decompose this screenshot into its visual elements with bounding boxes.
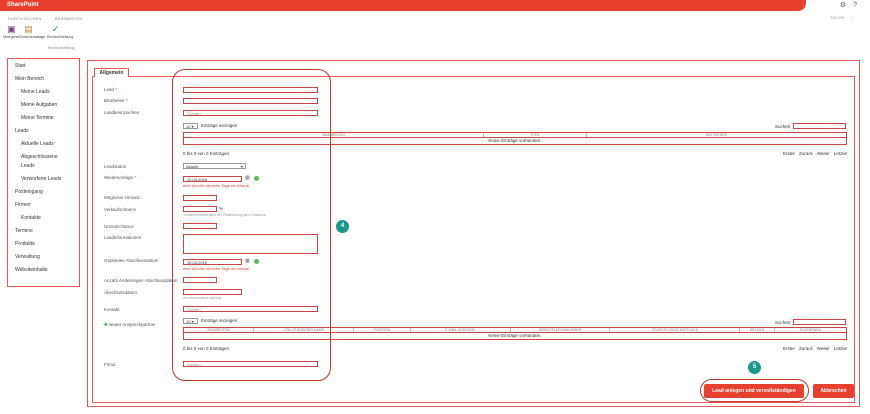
pager-last[interactable]: Letzter — [834, 151, 848, 156]
tab-durchsuchen[interactable]: DURCHSUCHEN — [8, 16, 42, 21]
grid-pager: Erster Zurück Weiter Letzter — [779, 151, 847, 156]
nav-abgeschlossene-leads[interactable]: Abgeschlossene — [21, 154, 58, 160]
nav-abgeschlossene-leads-line2[interactable]: Leads — [21, 163, 35, 169]
col2-mobil[interactable]: MOBILTELEFONNUMMER — [511, 328, 611, 332]
neuer-ansprechpartner-link[interactable]: ✚ Neuer Ansprechpartner — [104, 322, 156, 328]
tab-bearbeiten[interactable]: BEARBEITEN — [55, 16, 82, 21]
suite-bar: SharePoint — [0, 0, 806, 11]
col2-details[interactable]: DETAILS — [740, 328, 775, 332]
umsatzchance-label: Umsatzchance — [104, 224, 134, 229]
nav-kontakte[interactable]: Kontakte — [21, 215, 41, 221]
callout-badge-5: 5 — [748, 361, 761, 374]
umsatz-label: Möglicher Umsatz — [104, 195, 141, 200]
col-entfernen[interactable]: ENTFERNEN — [587, 133, 846, 137]
grid-search-input-2[interactable] — [793, 319, 846, 325]
bearbeiter-label: Bearbeiter * — [104, 98, 128, 103]
help-icon[interactable]: ? — [853, 2, 857, 9]
tab-allgemein[interactable]: Allgemein — [94, 68, 129, 77]
pager2-next[interactable]: Weiter — [817, 346, 830, 351]
lead-anlegen-button[interactable]: Lead anlegen und vervollständigen — [704, 384, 804, 398]
ribbon-tabs: DURCHSUCHEN BEARBEITEN — [8, 16, 94, 21]
save-ribbon-label: Übergeben — [3, 35, 21, 39]
abbrechen-button[interactable]: Abbrechen — [813, 384, 854, 398]
share-link[interactable]: TEILEN — [830, 15, 844, 20]
anzahl-label: Anzahl Änderungen Abschlussdatum — [104, 278, 178, 283]
lead-label: Lead * — [104, 87, 118, 92]
nav-start[interactable]: Start — [15, 63, 26, 69]
kontakt-label: Kontakt — [104, 307, 120, 312]
col2-email[interactable]: E-MAIL-ADRESSE — [411, 328, 511, 332]
nav-verwaltung[interactable]: Verwaltung — [15, 254, 40, 260]
nav-aktuelle-leads[interactable]: Aktuelle Leads — [21, 141, 54, 147]
leadkennzeichen-label: Leadkennzeichen — [104, 110, 140, 115]
nav-meine-termine[interactable]: Meine Termine — [21, 115, 54, 121]
top-right-actions: TEILEN ⛶ — [825, 15, 853, 20]
app-title[interactable]: SharePoint — [7, 2, 39, 8]
pager-first[interactable]: Erster — [783, 151, 795, 156]
verkaufschance-label: Verkaufschance — [104, 207, 137, 212]
leadstatus-label: Leadstatus — [104, 164, 127, 169]
spellcheck-icon: ✓ — [51, 24, 60, 34]
focus-icon[interactable]: ⛶ — [850, 15, 853, 20]
grid2-pager: Erster Zurück Weiter Letzter — [779, 346, 847, 351]
form-highlight-frame — [172, 69, 331, 381]
pager-prev[interactable]: Zurück — [799, 151, 813, 156]
pager2-last[interactable]: Letzter — [834, 346, 848, 351]
gear-icon[interactable]: ⚙ — [840, 2, 846, 9]
nav-websiteinhalte[interactable]: Websiteinhalte — [15, 267, 48, 273]
save-ribbon-button[interactable]: ▣ Übergeben — [3, 24, 20, 51]
clipboard-ribbon-button[interactable]: ▤ Zwischenablage — [20, 24, 46, 51]
col2-position[interactable]: POSITION — [354, 328, 411, 332]
nav-mein-bereich[interactable]: Mein Bereich — [15, 76, 44, 82]
col-titel[interactable]: TITEL — [484, 133, 587, 137]
pager-next[interactable]: Weiter — [817, 151, 830, 156]
ribbon-group-label: Rechtschreibung — [48, 46, 75, 50]
wiedervorlage-label: Wiedervorlage * — [104, 175, 137, 180]
col2-entfernen[interactable]: ENTFERNEN — [775, 328, 846, 332]
plus-icon: ✚ — [104, 322, 108, 327]
nav-meine-aufgaben[interactable]: Meine Aufgaben — [21, 102, 57, 108]
callout-badge-4: 4 — [336, 220, 349, 233]
pager2-first[interactable]: Erster — [783, 346, 795, 351]
spellcheck-ribbon-label: Rechtschreibung — [47, 35, 74, 39]
nav-meine-leads[interactable]: Meine Leads — [21, 89, 50, 95]
col2-telefon[interactable]: TELEFON (GESCHÄFTLICH) — [610, 328, 741, 332]
nav-posteingang[interactable]: Posteingang — [15, 189, 43, 195]
save-icon: ▣ — [7, 24, 16, 34]
abschlussdatum-label: Abschlussdatum — [104, 290, 138, 295]
search-label-2: Suchen: — [775, 320, 792, 325]
nav-verworfene-leads[interactable]: Verworfene Leads — [21, 176, 61, 182]
grid-search-input[interactable] — [793, 123, 846, 129]
leadinfo-label: Leadinformationen — [104, 235, 142, 240]
top-icons: ⚙ ? — [835, 1, 857, 9]
nav-termine[interactable]: Termine — [15, 228, 33, 234]
abschluss-label: Geplantes Abschlussdatum — [104, 258, 159, 263]
firma-label: Firma — [104, 362, 116, 367]
nav-firmen[interactable]: Firmen — [15, 202, 31, 208]
pager2-prev[interactable]: Zurück — [799, 346, 813, 351]
clipboard-ribbon-label: Zwischenablage — [20, 35, 46, 39]
nav-produkte[interactable]: Produkte — [15, 241, 35, 247]
nav-leads[interactable]: Leads — [15, 128, 29, 134]
clipboard-icon: ▤ — [24, 24, 33, 34]
search-label: Suchen: — [775, 124, 792, 129]
